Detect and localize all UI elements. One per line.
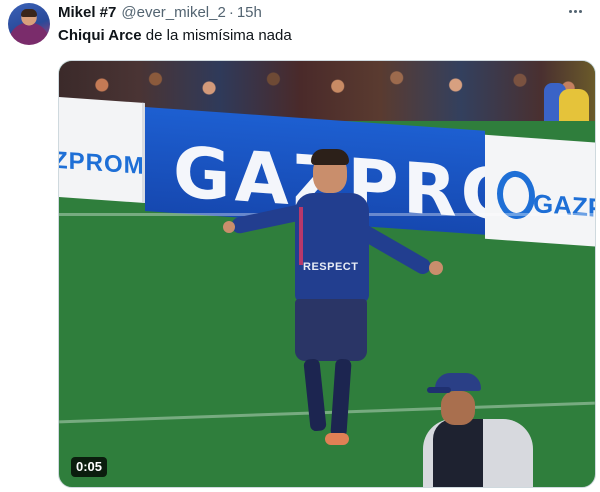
- player-leg: [330, 358, 352, 438]
- player-boot: [325, 433, 349, 445]
- tweet-text: Chiqui Arce de la mismísima nada: [58, 26, 292, 46]
- more-dot: [578, 9, 582, 13]
- author-handle[interactable]: @ever_mikel_2: [121, 4, 225, 21]
- spectator-face: [441, 391, 475, 425]
- ad-board-left: ZPROM: [58, 96, 145, 204]
- spectator-cap-brim: [427, 387, 451, 393]
- tweet-header: Mikel #7 @ever_mikel_2 · 15h: [58, 3, 262, 21]
- player-hair: [311, 149, 349, 165]
- more-dot: [568, 9, 572, 13]
- author-name[interactable]: Mikel #7: [58, 4, 116, 21]
- tweet-text-bold: Chiqui Arce: [58, 27, 142, 44]
- avatar-hair: [21, 9, 37, 17]
- ad-board-right-text: GAZP: [533, 188, 596, 224]
- player-shorts: [295, 299, 367, 361]
- separator-dot: ·: [228, 3, 234, 21]
- avatar[interactable]: [8, 3, 50, 45]
- ad-board-right: GAZP: [485, 134, 596, 248]
- more-options-icon[interactable]: [564, 2, 586, 20]
- player-hand: [223, 221, 235, 233]
- more-dot: [573, 9, 577, 13]
- tweet-text-rest: de la mismísima nada: [141, 27, 292, 44]
- player-jacket: [295, 193, 369, 303]
- player-leg: [303, 358, 327, 432]
- spectator-shirt: [433, 419, 483, 487]
- shirt-text: RESPECT: [303, 261, 359, 273]
- tweet-time[interactable]: 15h: [237, 4, 262, 21]
- player-hand: [429, 261, 443, 275]
- player-jacket-stripe: [299, 207, 303, 265]
- ad-board-left-text: ZPROM: [58, 146, 145, 180]
- video-duration-badge: 0:05: [71, 457, 108, 477]
- video-player[interactable]: ZPROM GAZPROM GAZP RESPECT 0:05: [58, 60, 596, 488]
- spectator-figure: [419, 373, 539, 487]
- crowd-figure: [559, 89, 589, 121]
